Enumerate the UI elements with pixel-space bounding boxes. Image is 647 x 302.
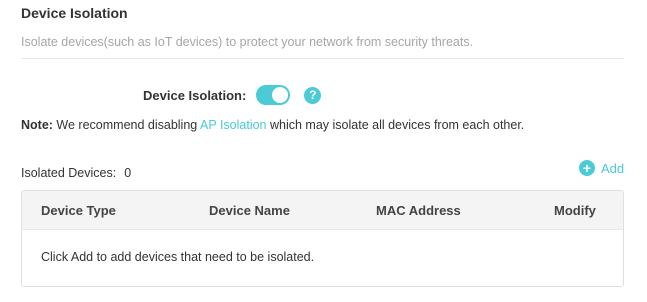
add-button-label: Add <box>601 160 625 176</box>
note-text: Note: We recommend disabling AP Isolatio… <box>21 118 524 132</box>
table-header: Device Type Device Name MAC Address Modi… <box>22 191 623 230</box>
isolated-devices-table: Device Type Device Name MAC Address Modi… <box>21 190 624 287</box>
ap-isolation-link[interactable]: AP Isolation <box>200 118 266 132</box>
toggle-knob <box>272 87 289 103</box>
device-isolation-toggle[interactable] <box>256 85 291 105</box>
note-prefix: Note: <box>21 118 53 132</box>
isolated-devices-label: Isolated Devices: <box>21 166 117 180</box>
device-isolation-label: Device Isolation: <box>143 87 247 103</box>
section-title: Device Isolation <box>21 5 128 21</box>
note-text-after: which may isolate all devices from each … <box>266 118 525 132</box>
column-mac-address: MAC Address <box>376 203 461 218</box>
column-device-name: Device Name <box>209 203 290 218</box>
note-text-before: We recommend disabling <box>52 118 201 132</box>
plus-circle-icon: + <box>579 160 595 176</box>
table-empty-message: Click Add to add devices that need to be… <box>41 250 315 264</box>
section-divider <box>21 58 624 59</box>
section-description: Isolate devices(such as IoT devices) to … <box>21 35 474 49</box>
column-device-type: Device Type <box>41 203 116 218</box>
device-isolation-row: Device Isolation: ? <box>143 84 322 106</box>
add-button[interactable]: + Add <box>579 160 624 176</box>
isolated-devices-count: Isolated Devices: 0 <box>21 166 131 180</box>
isolated-devices-number: 0 <box>124 166 132 180</box>
column-modify: Modify <box>554 203 596 218</box>
question-circle-icon[interactable]: ? <box>304 86 322 104</box>
